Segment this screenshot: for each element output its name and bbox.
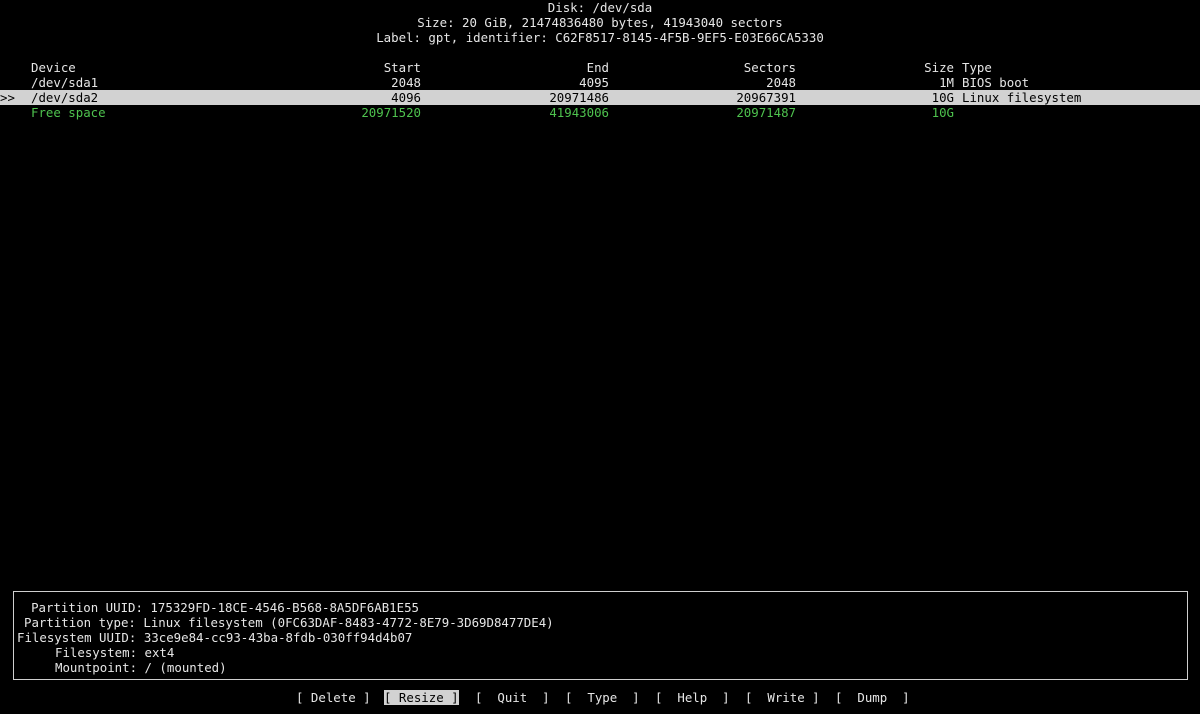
- row-start: 20971520: [361, 105, 421, 120]
- write-button[interactable]: [ Write ]: [745, 690, 820, 705]
- disk-label: Label: gpt, identifier: C62F8517-8145-4F…: [376, 30, 824, 45]
- quit-button[interactable]: [ Quit ]: [475, 690, 550, 705]
- row-device: /dev/sda2: [31, 90, 99, 105]
- filesystem-uuid: Filesystem UUID: 33ce9e84-cc93-43ba-8fdb…: [17, 630, 413, 645]
- row-start: 4096: [391, 90, 421, 105]
- row-end: 20971486: [549, 90, 609, 105]
- column-end: End: [586, 60, 609, 75]
- row-end: 41943006: [549, 105, 609, 120]
- row-device: Free space: [31, 105, 106, 120]
- column-start: Start: [383, 60, 421, 75]
- row-size: 10G: [931, 105, 954, 120]
- row-size: 1M: [939, 75, 954, 90]
- filesystem: Filesystem: ext4: [55, 645, 175, 660]
- column-type: Type: [962, 60, 992, 75]
- row-type: Linux filesystem: [962, 90, 1082, 105]
- partition-uuid: Partition UUID: 175329FD-18CE-4546-B568-…: [31, 600, 419, 615]
- disk-title: Disk: /dev/sda: [547, 0, 653, 15]
- selection-marker: >>: [0, 90, 15, 105]
- column-sectors: Sectors: [743, 60, 796, 75]
- row-start: 2048: [391, 75, 421, 90]
- type-button[interactable]: [ Type ]: [565, 690, 640, 705]
- delete-button[interactable]: [ Delete ]: [296, 690, 371, 705]
- mountpoint: Mountpoint: / (mounted): [55, 660, 227, 675]
- row-end: 4095: [579, 75, 609, 90]
- row-size: 10G: [931, 90, 954, 105]
- row-device: /dev/sda1: [31, 75, 99, 90]
- row-type: BIOS boot: [962, 75, 1030, 90]
- help-button[interactable]: [ Help ]: [655, 690, 730, 705]
- disk-size: Size: 20 GiB, 21474836480 bytes, 4194304…: [417, 15, 783, 30]
- partition-type: Partition type: Linux filesystem (0FC63D…: [24, 615, 554, 630]
- dump-button[interactable]: [ Dump ]: [835, 690, 910, 705]
- row-sectors: 20967391: [736, 90, 796, 105]
- row-sectors: 20971487: [736, 105, 796, 120]
- column-device: Device: [31, 60, 76, 75]
- row-sectors: 2048: [766, 75, 796, 90]
- resize-button[interactable]: [ Resize ]: [384, 690, 459, 705]
- column-size: Size: [924, 60, 954, 75]
